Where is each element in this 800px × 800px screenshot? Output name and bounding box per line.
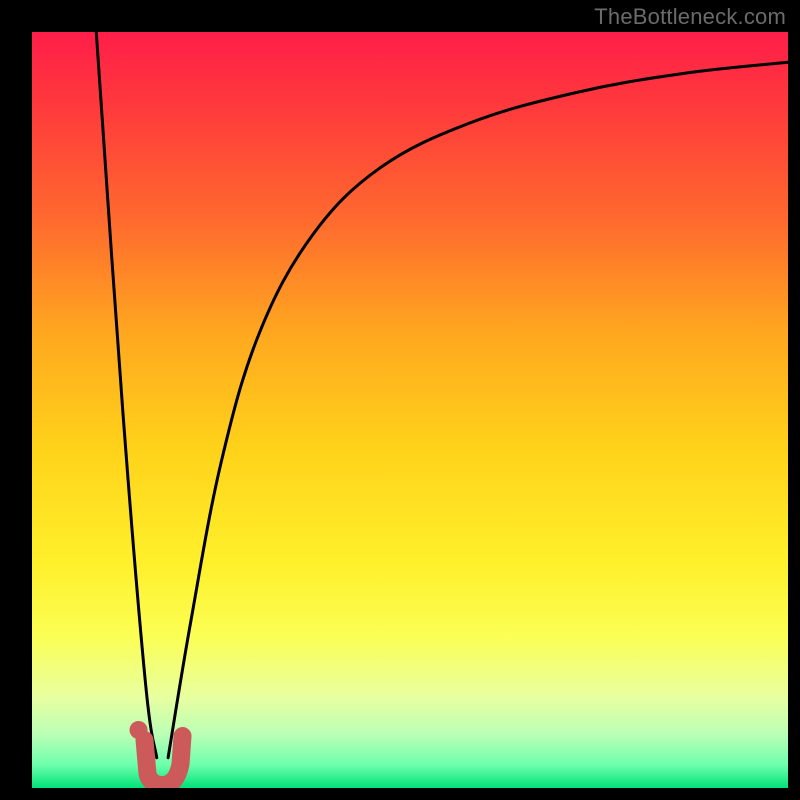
watermark-text: TheBottleneck.com bbox=[594, 4, 786, 30]
plot-area bbox=[32, 32, 788, 788]
chart-frame: TheBottleneck.com bbox=[0, 0, 800, 800]
min-marker-dot bbox=[130, 721, 148, 739]
chart-svg bbox=[32, 32, 788, 788]
